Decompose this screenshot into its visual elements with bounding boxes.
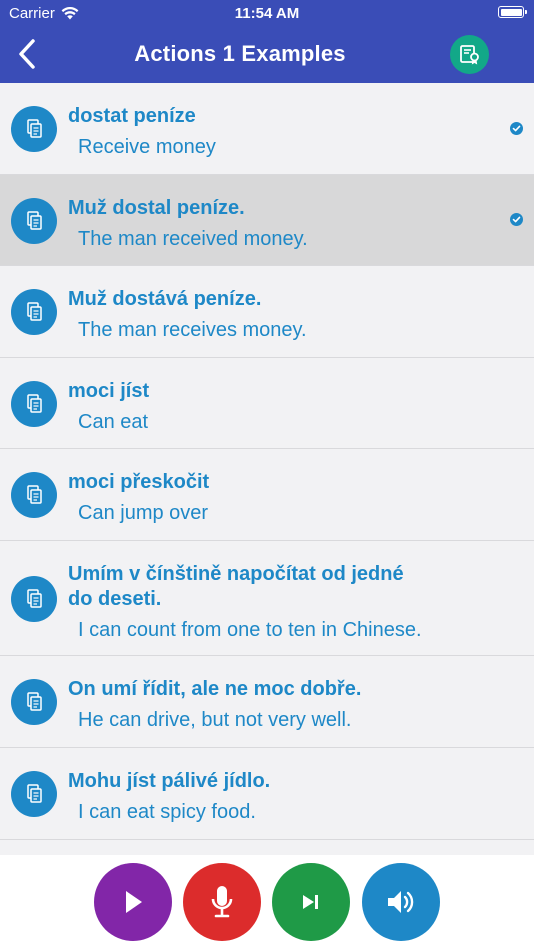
document-icon (27, 692, 42, 711)
learned-badge (510, 213, 523, 226)
example-text: moci jíst Can eat (68, 379, 149, 435)
example-text: dostat peníze Receive money (68, 104, 216, 160)
example-row[interactable]: Mohu jíst pálivé jídlo. I can eat spicy f… (0, 748, 534, 840)
document-icon (27, 302, 42, 321)
example-text: Mohu jíst pálivé jídlo. I can eat spicy f… (68, 769, 270, 825)
example-english: I can count from one to ten in Chinese. (78, 619, 422, 641)
document-icon (27, 394, 42, 413)
example-text: On umí řídit, ale ne moc dobře. He can dr… (68, 677, 361, 733)
example-english: Receive money (78, 136, 216, 158)
example-english: He can drive, but not very well. (78, 709, 352, 731)
page-title-text: Actions 1 Examples (134, 41, 346, 66)
copy-example-button[interactable] (11, 106, 57, 152)
learned-badge (510, 122, 523, 135)
certificate-icon (459, 44, 479, 64)
copy-example-button[interactable] (11, 198, 57, 244)
example-english: The man receives money. (78, 319, 307, 341)
speaker-icon (388, 891, 414, 913)
example-text: Muž dostal peníze. The man received money… (68, 196, 308, 252)
example-czech: On umí řídit, ale ne moc dobře. (68, 678, 362, 700)
document-icon (27, 589, 42, 608)
document-icon (27, 485, 42, 504)
skip-next-icon (303, 895, 318, 909)
sound-button[interactable] (362, 863, 440, 941)
copy-example-button[interactable] (11, 289, 57, 335)
example-row[interactable]: dostat peníze Receive money (0, 83, 534, 175)
example-text: moci přeskočit Can jump over (68, 470, 209, 526)
copy-example-button[interactable] (11, 771, 57, 817)
microphone-icon (211, 886, 233, 918)
header: Carrier 11:54 AM Actions 1 Examples (0, 0, 534, 83)
play-button[interactable] (94, 863, 172, 941)
example-row[interactable]: Muž dostal peníze. The man received money… (0, 175, 534, 266)
checkmark-icon (512, 216, 521, 223)
document-icon (27, 119, 42, 138)
example-row[interactable]: moci jíst Can eat (0, 358, 534, 449)
example-text: Muž dostává peníze. The man receives mone… (68, 287, 307, 343)
play-icon (126, 891, 142, 913)
battery-icon (498, 6, 527, 18)
copy-example-button[interactable] (11, 381, 57, 427)
document-icon (27, 211, 42, 230)
example-text: Umím v čínštině napočítat od jedné do de… (68, 562, 422, 643)
example-english: I can eat spicy food. (78, 801, 256, 823)
example-row[interactable]: Umím v čínštině napočítat od jedné do de… (0, 541, 534, 656)
document-icon (27, 784, 42, 803)
status-time: 11:54 AM (234, 5, 300, 22)
example-english: The man received money. (78, 228, 308, 250)
record-button[interactable] (183, 863, 261, 941)
example-czech: Muž dostal peníze. (68, 197, 245, 219)
example-row[interactable]: moci přeskočit Can jump over (0, 449, 534, 541)
example-list: dostat peníze Receive money Muž dostal pen… (0, 83, 534, 840)
example-czech: Muž dostává peníze. (68, 288, 262, 310)
example-czech: moci jíst (68, 380, 150, 402)
example-english: Can jump over (78, 502, 209, 524)
example-czech: Umím v čínštině napočítat od jedné do de… (68, 563, 404, 610)
example-czech: dostat peníze (68, 105, 196, 127)
next-button[interactable] (272, 863, 350, 941)
example-row[interactable]: Muž dostává peníze. The man receives mone… (0, 266, 534, 358)
copy-example-button[interactable] (11, 576, 57, 622)
example-czech: Mohu jíst pálivé jídlo. (68, 770, 271, 792)
copy-example-button[interactable] (11, 472, 57, 518)
certificate-button[interactable] (450, 35, 489, 74)
status-bar: Carrier 11:54 AM (0, 0, 534, 28)
checkmark-icon (512, 125, 521, 132)
example-row[interactable]: On umí řídit, ale ne moc dobře. He can dr… (0, 656, 534, 748)
example-english: Can eat (78, 411, 149, 433)
bottom-controls (0, 855, 534, 950)
example-czech: moci přeskočit (68, 471, 210, 493)
copy-example-button[interactable] (11, 679, 57, 725)
